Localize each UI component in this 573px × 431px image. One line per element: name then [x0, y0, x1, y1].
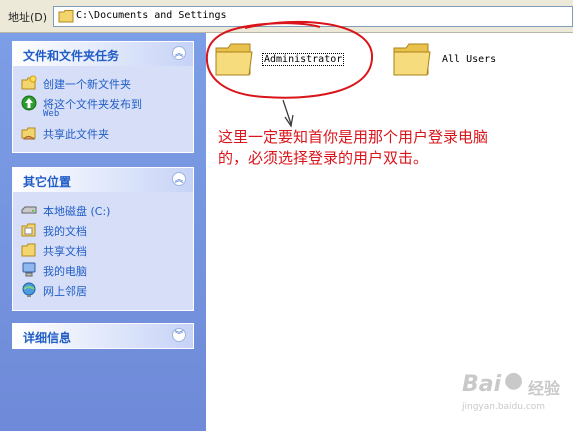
shared-documents-icon	[21, 243, 36, 257]
task-pane: 文件和文件夹任务 ︽ 创建一个新文件夹 将这个文件夹发布到 Web 共享此文件夹	[0, 33, 206, 431]
panel-title: 文件和文件夹任务	[23, 49, 120, 63]
folder-name: All Users	[442, 54, 497, 65]
folder-administrator[interactable]: Administrator	[210, 40, 350, 82]
watermark-brand: Bai	[462, 372, 502, 397]
address-label: 地址(D)	[8, 11, 48, 24]
panel-title: 详细信息	[23, 331, 72, 345]
watermark-brand-2: 经验	[528, 379, 561, 398]
folder-all-users[interactable]: All Users	[390, 40, 510, 82]
panel-title: 其它位置	[23, 175, 72, 189]
panel-header[interactable]: 其它位置 ︽	[13, 168, 193, 192]
share-folder-icon	[21, 127, 36, 140]
expand-icon[interactable]: ︾	[172, 328, 186, 342]
details-panel: 详细信息 ︾	[12, 323, 194, 349]
new-folder-icon	[21, 75, 37, 90]
my-computer-icon	[22, 262, 36, 277]
folder-icon	[393, 43, 431, 76]
folder-icon	[215, 43, 253, 76]
network-places-icon	[22, 282, 36, 297]
panel-header[interactable]: 文件和文件夹任务 ︽	[13, 42, 193, 66]
publish-web-icon	[21, 95, 37, 111]
my-documents-icon	[21, 223, 36, 237]
folder-icon	[58, 10, 74, 23]
collapse-icon[interactable]: ︽	[172, 46, 186, 60]
other-places-panel: 其它位置 ︽ 本地磁盘 (C:) 我的文档 共享文档 我的电脑 网上邻居	[12, 167, 194, 311]
panel-header[interactable]: 详细信息 ︾	[13, 324, 193, 348]
annotation-text: 这里一定要知首你是用那个用户登录电脑 的，必须选择登录的用户双击。	[218, 127, 548, 169]
file-folder-tasks-panel: 文件和文件夹任务 ︽ 创建一个新文件夹 将这个文件夹发布到 Web 共享此文件夹	[12, 41, 194, 153]
paw-icon: ●	[504, 368, 524, 393]
watermark-url: jingyan.baidu.com	[462, 402, 546, 412]
collapse-icon[interactable]: ︽	[172, 172, 186, 186]
address-path: C:\Documents and Settings	[76, 10, 227, 21]
address-bar: 地址(D) C:\Documents and Settings	[0, 0, 573, 33]
watermark-logo: Bai ● 经验 jingyan.baidu.com	[462, 366, 567, 418]
annotation-line-1: 这里一定要知首你是用那个用户登录电脑	[218, 128, 489, 146]
annotation-line-2: 的，必须选择登录的用户双击。	[218, 149, 429, 167]
folder-name: Administrator	[261, 53, 345, 66]
local-disk-icon	[21, 206, 37, 214]
address-input[interactable]: C:\Documents and Settings	[53, 6, 573, 27]
